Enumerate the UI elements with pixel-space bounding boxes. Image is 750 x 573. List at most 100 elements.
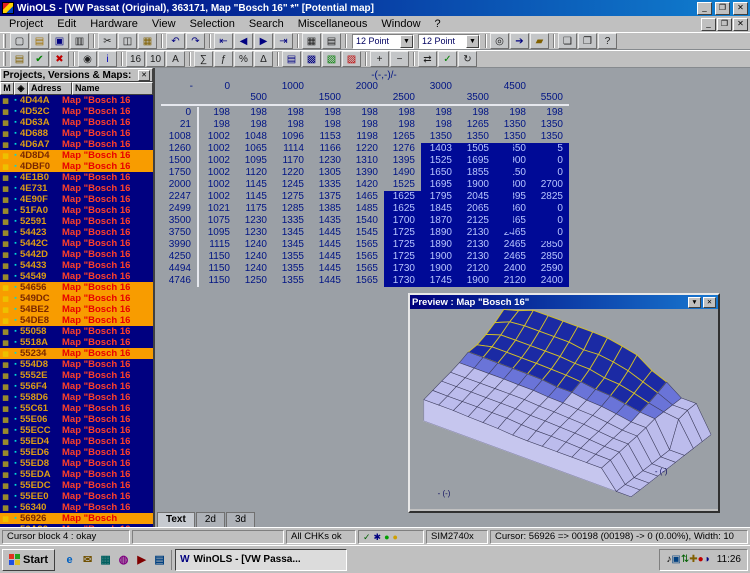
map-list-item[interactable]: ▦ ▪ 4D44A Map "Bosch 16 [0,95,153,106]
map-cell[interactable]: 1276 [384,143,421,155]
dec-view-icon[interactable]: 10 [146,51,165,67]
map-cell[interactable]: 2850 [532,251,569,263]
map-cell[interactable]: 1285 [273,203,310,215]
tab-3d[interactable]: 3d [226,512,255,527]
help-icon[interactable]: ? [598,33,617,49]
zoom-out-icon[interactable]: − [390,51,409,67]
map-cell[interactable]: 2130 [458,239,495,251]
map-cell[interactable]: 1150 [199,251,236,263]
map-cell[interactable]: 1120 [236,167,273,179]
map-3d-icon[interactable]: ▩ [302,51,321,67]
map-list-item[interactable]: ▦ ▪ 549DC Map "Bosch 16 [0,293,153,304]
map-cell[interactable]: 1350 [532,131,569,143]
map-cell[interactable]: 198 [532,107,569,119]
toolbar-grip[interactable] [3,52,6,66]
map-cell[interactable]: 2120 [495,275,532,287]
hex-view-icon[interactable]: 16 [126,51,145,67]
map-cell[interactable]: 1795 [421,191,458,203]
difference-icon[interactable]: Δ [254,51,273,67]
goto-address-icon[interactable]: ➔ [510,33,529,49]
map-cell[interactable]: 2130 [458,251,495,263]
map-list-item[interactable]: ▦ ▪ 554D8 Map "Bosch 16 [0,359,153,370]
y-points-combo[interactable]: 12 Point ▼ [418,34,480,49]
outlook-icon[interactable]: ✉ [79,551,96,568]
map-cell[interactable]: 1048 [236,131,273,143]
map-list-item[interactable]: ▦ ▪ 54433 Map "Bosch 16 [0,260,153,271]
map-cell[interactable]: 198 [199,119,236,131]
menu-edit[interactable]: Edit [50,18,83,30]
map-cell[interactable]: 1065 [236,143,273,155]
map-cell[interactable]: 1240 [236,239,273,251]
menu-selection[interactable]: Selection [183,18,242,30]
map-list-item[interactable]: ▦ ▪ 55EE0 Map "Bosch 16 [0,491,153,502]
map-cell[interactable]: 1095 [236,155,273,167]
print-icon[interactable]: ▥ [70,33,89,49]
map-cell[interactable]: 1695 [458,155,495,167]
map-cell[interactable]: 1350 [495,131,532,143]
tab-2d[interactable]: 2d [196,512,225,527]
bookmark-icon[interactable]: ▰ [530,33,549,49]
map-cell[interactable]: 1350 [421,131,458,143]
map-cell[interactable]: 1725 [384,227,421,239]
map-cell[interactable]: 1350 [458,131,495,143]
map-cell[interactable]: 1625 [384,191,421,203]
map-cell[interactable]: 1700 [384,215,421,227]
menu-window[interactable]: Window [374,18,427,30]
refresh-icon[interactable]: ↻ [458,51,477,67]
undo-icon[interactable]: ↶ [166,33,185,49]
map-cell[interactable]: 1150 [199,263,236,275]
map-cell[interactable]: 2130 [458,227,495,239]
redo-icon[interactable]: ↷ [186,33,205,49]
checksum-ok-icon[interactable]: ✔ [30,51,49,67]
show-desktop-icon[interactable]: ▦ [97,551,114,568]
map-cell[interactable]: 1565 [347,251,384,263]
preview-close-icon[interactable]: ✕ [703,297,716,308]
first-version-icon[interactable]: ⇤ [214,33,233,49]
panel-close-icon[interactable]: ✕ [138,70,150,81]
map-cell[interactable]: 1002 [199,155,236,167]
map-cell[interactable]: 1095 [199,227,236,239]
map-list-item[interactable]: ▦ ▪ 5442D Map "Bosch 16 [0,249,153,260]
ie-icon[interactable]: e [61,551,78,568]
map-cell[interactable]: 1725 [384,239,421,251]
search-icon[interactable]: ◎ [490,33,509,49]
x-points-combo[interactable]: 12 Point ▼ [352,34,414,49]
map-cell[interactable]: 198 [236,107,273,119]
map-cell[interactable]: 1403 [421,143,458,155]
map-cell[interactable]: 1745 [421,275,458,287]
map-cell[interactable]: 1485 [347,203,384,215]
media-player-icon[interactable]: ▶ [133,551,150,568]
map-cell[interactable]: 1525 [421,155,458,167]
column-header-name[interactable]: Name [72,82,153,95]
map-list-item[interactable]: ▦ ▪ 4D688 Map "Bosch 16 [0,128,153,139]
map-cell[interactable]: 1002 [199,179,236,191]
map-list-item[interactable]: ▦ ▪ 55ED6 Map "Bosch 16 [0,447,153,458]
map-cell[interactable]: 1335 [273,215,310,227]
map-cell[interactable]: 1505 [458,143,495,155]
map-list-item[interactable]: ▦ ▪ 54DE8 Map "Bosch 16 [0,315,153,326]
paste-icon[interactable]: ▦ [138,33,157,49]
map-list-item[interactable]: ▦ ▪ 55ED4 Map "Bosch 16 [0,436,153,447]
map-cell[interactable]: 1345 [273,227,310,239]
map-cell[interactable]: 1730 [384,263,421,275]
map-cell[interactable]: 1075 [199,215,236,227]
map-cell[interactable]: 1435 [310,215,347,227]
info-icon[interactable]: i [98,51,117,67]
map-list-item[interactable]: ▦ ▪ 4D6A7 Map "Bosch 16 [0,139,153,150]
map-cell[interactable]: 1114 [273,143,310,155]
column-header-type[interactable]: ◈ [14,82,28,95]
window-cascade-icon[interactable]: ❏ [558,33,577,49]
map-cell[interactable]: 2465 [495,251,532,263]
map-cell[interactable]: 1390 [347,167,384,179]
map-list-item[interactable]: ▦ ▪ 52591 Map "Bosch 16 [0,216,153,227]
map-cell[interactable]: 1335 [310,179,347,191]
map-list-item[interactable]: ▦ ▪ 558D6 Map "Bosch 16 [0,392,153,403]
map-cell[interactable]: 1002 [199,143,236,155]
maximize-icon[interactable]: ❐ [715,2,730,15]
map-cell[interactable]: 198 [236,119,273,131]
menu-hardware[interactable]: Hardware [83,18,145,30]
map-cell[interactable]: 1170 [273,155,310,167]
minimize-icon[interactable]: _ [697,2,712,15]
map-cell[interactable]: 1900 [421,251,458,263]
map-cell[interactable]: 1625 [384,203,421,215]
